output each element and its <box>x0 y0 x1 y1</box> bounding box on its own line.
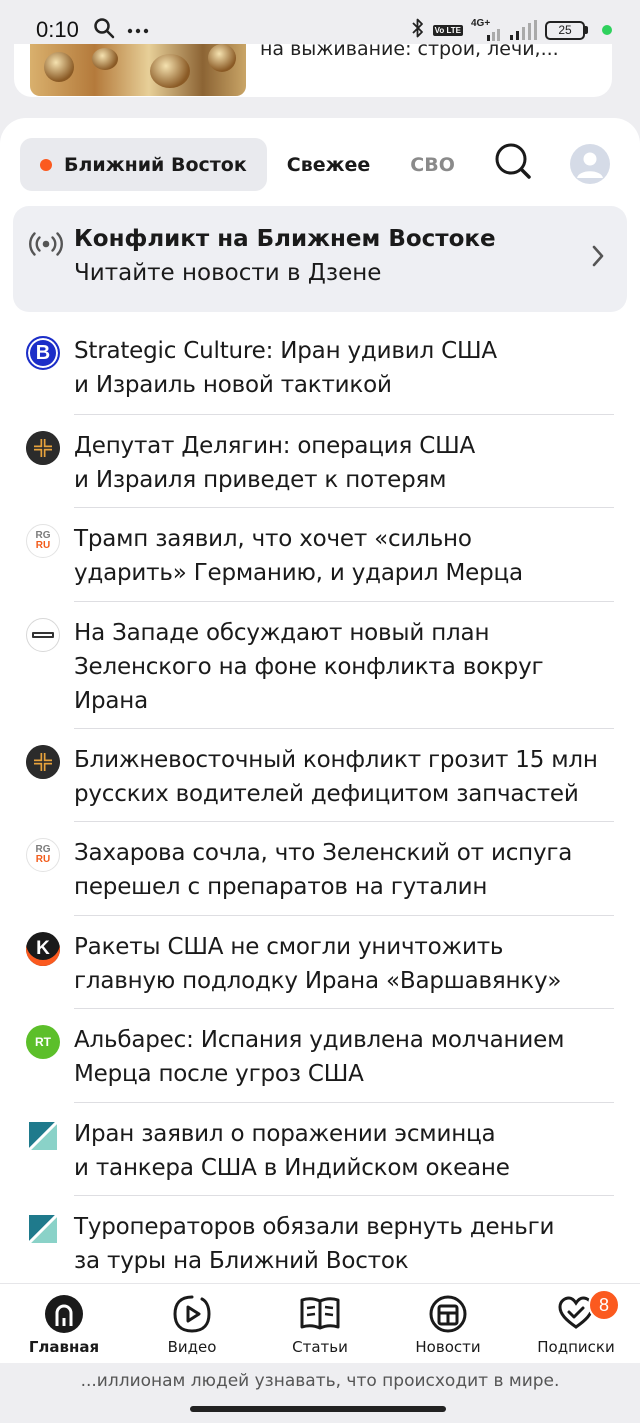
headline-line: русских водителей дефицитом запчастей <box>74 781 579 807</box>
tab-label: СВО <box>410 153 455 176</box>
video-icon <box>170 1294 214 1334</box>
plus-cross-icon <box>26 745 60 779</box>
bottom-nav: Главная Видео Статьи Новости 8 Подписки <box>0 1283 640 1363</box>
source-logo: B <box>26 336 60 370</box>
source-logo: RT <box>26 1025 60 1059</box>
headline-line: Альбарес: Испания удивлена молчанием <box>74 1027 565 1053</box>
promo-text: на выживание: строй, лечи,... <box>260 44 559 60</box>
list-item[interactable]: RG RU Захарова сочла, что Зеленский от ис… <box>0 822 640 916</box>
plus-cross-icon <box>26 431 60 465</box>
story-banner[interactable]: Конфликт на Ближнем Востоке Читайте ново… <box>13 206 627 312</box>
broadcast-icon <box>29 232 63 260</box>
nav-articles[interactable]: Статьи <box>256 1284 384 1363</box>
list-item[interactable]: Депутат Делягин: операция США и Израиля … <box>0 415 640 508</box>
headline-line: Туроператоров обязали вернуть деньги <box>74 1214 555 1240</box>
list-item[interactable]: Ближневосточный конфликт грозит 15 млн р… <box>0 729 640 822</box>
search-icon <box>495 143 531 179</box>
headline-line: Зеленского на фоне конфликта вокруг <box>74 654 544 680</box>
headline-line: Иран заявил о поражении эсминца <box>74 1121 496 1147</box>
more-dots-icon <box>127 21 149 39</box>
network-type: 4G+ <box>471 18 491 29</box>
tab-svo[interactable]: СВО <box>390 138 475 191</box>
source-logo-rg: RG RU <box>26 524 60 558</box>
headline-line: Захарова сочла, что Зеленский от испуга <box>74 840 573 866</box>
signal-1-icon <box>487 29 500 41</box>
headline-line: Ирана <box>74 688 149 714</box>
headline-line: и Израиль новой тактикой <box>74 372 392 398</box>
list-item[interactable]: На Западе обсуждают новый план Зеленског… <box>0 602 640 729</box>
privacy-indicator-icon <box>602 25 612 35</box>
headline-line: Трамп заявил, что хочет «сильно <box>74 526 472 552</box>
nav-subscriptions[interactable]: 8 Подписки <box>512 1284 640 1363</box>
headline-line: Strategic Culture: Иран удивил США <box>74 338 497 364</box>
list-item[interactable]: Иран заявил о поражении эсминца и танкер… <box>0 1103 640 1196</box>
source-logo-square <box>26 1119 60 1153</box>
nav-home[interactable]: Главная <box>0 1284 128 1363</box>
list-item[interactable]: Туроператоров обязали вернуть деньги за … <box>0 1196 640 1289</box>
chevron-right-icon <box>591 244 605 272</box>
topic-tabs: Ближний Восток Свежее СВО <box>20 138 475 191</box>
source-logo <box>26 745 60 779</box>
headline-line: за туры на Ближний Восток <box>74 1248 409 1274</box>
bottom-ticker: ...иллионам людей узнавать, что происход… <box>0 1363 640 1423</box>
source-logo: K <box>26 932 60 966</box>
promo-card[interactable]: на выживание: строй, лечи,... <box>14 44 612 97</box>
headline-line: Ракеты США не смогли уничтожить <box>74 934 504 960</box>
nav-label: Статьи <box>292 1338 348 1356</box>
live-dot-icon <box>40 158 52 171</box>
signal-2-icon <box>510 20 537 40</box>
news-icon <box>426 1294 470 1334</box>
nav-label: Подписки <box>537 1338 615 1356</box>
feed-sheet: Ближний Восток Свежее СВО Конфликт на Бл… <box>0 118 640 1288</box>
headline-line: Ближневосточный конфликт грозит 15 млн <box>74 747 598 773</box>
search-status-icon <box>93 17 115 44</box>
headline-line: перешел с препаратов на гуталин <box>74 874 488 900</box>
notification-badge: 8 <box>588 1289 620 1321</box>
source-logo-rg: RG RU <box>26 838 60 872</box>
source-logo-mk <box>26 618 60 652</box>
battery-icon: 25 <box>545 20 588 40</box>
tab-middle-east[interactable]: Ближний Восток <box>20 138 267 191</box>
list-item[interactable]: RT Альбарес: Испания удивлена молчанием … <box>0 1009 640 1103</box>
nav-news[interactable]: Новости <box>384 1284 512 1363</box>
home-icon <box>42 1294 86 1334</box>
headline-line: На Западе обсуждают новый план <box>74 620 490 646</box>
news-list: B Strategic Culture: Иран удивил США и И… <box>0 322 640 1289</box>
nav-label: Видео <box>167 1338 217 1356</box>
bluetooth-icon <box>411 17 425 44</box>
tab-label: Свежее <box>286 153 371 176</box>
promo-image <box>30 44 246 96</box>
nav-label: Главная <box>28 1338 100 1356</box>
tab-label: Ближний Восток <box>64 153 247 176</box>
headline-line: и танкера США в Индийском океане <box>74 1155 510 1181</box>
headline-line: и Израиля приведет к потерям <box>74 467 447 493</box>
list-item[interactable]: RG RU Трамп заявил, что хочет «сильно уда… <box>0 508 640 602</box>
headline-line: Мерца после угроз США <box>74 1061 364 1087</box>
search-button[interactable] <box>490 138 536 184</box>
home-indicator[interactable] <box>190 1406 446 1412</box>
tab-fresh[interactable]: Свежее <box>267 138 391 191</box>
headline-line: главную подлодку Ирана «Варшавянку» <box>74 968 562 994</box>
banner-title: Конфликт на Ближнем Востоке <box>74 226 496 252</box>
status-time: 0:10 <box>36 17 79 42</box>
volte-icon: Vo LTE <box>432 24 463 36</box>
banner-subtitle: Читайте новости в Дзене <box>74 260 382 286</box>
list-item[interactable]: K Ракеты США не смогли уничтожить главну… <box>0 916 640 1009</box>
source-logo-square <box>26 1212 60 1246</box>
list-item[interactable]: B Strategic Culture: Иран удивил США и И… <box>0 322 640 415</box>
nav-video[interactable]: Видео <box>128 1284 256 1363</box>
avatar[interactable] <box>570 144 610 184</box>
headline-line: ударить» Германию, и ударил Мерца <box>74 560 523 586</box>
headline-line: Депутат Делягин: операция США <box>74 433 476 459</box>
ticker-text: ...иллионам людей узнавать, что происход… <box>80 1371 560 1391</box>
nav-label: Новости <box>415 1338 481 1356</box>
articles-icon <box>298 1294 342 1334</box>
source-logo <box>26 431 60 465</box>
user-icon <box>577 152 603 178</box>
